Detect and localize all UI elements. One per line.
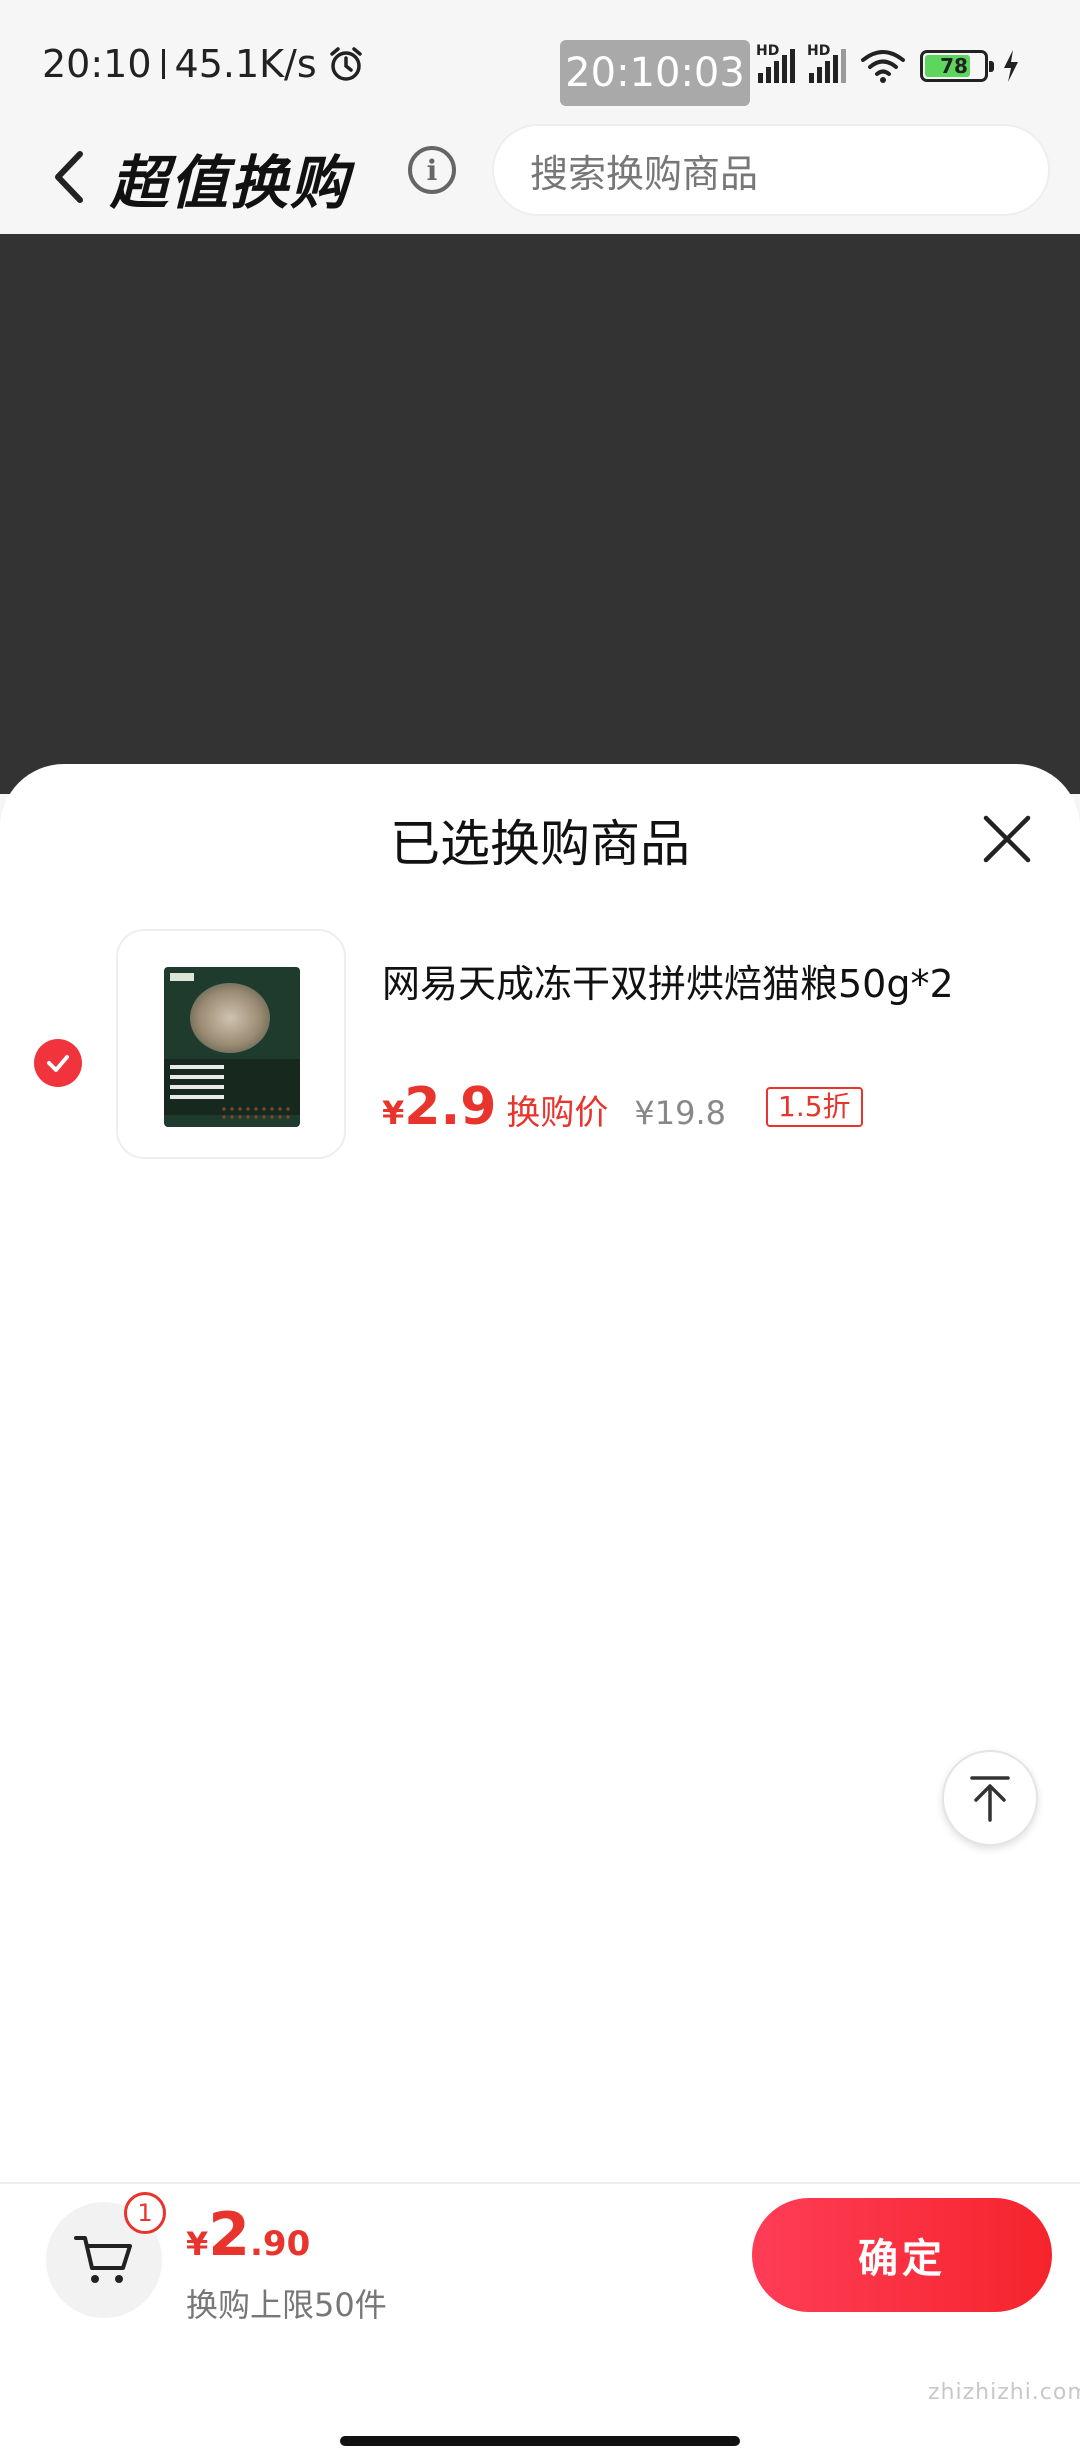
- sheet-title: 已选换购商品: [390, 815, 690, 873]
- exchange-price-label: 换购价: [506, 1093, 609, 1133]
- cat-food-package-image: [164, 967, 300, 1127]
- status-right: HD HD 78: [756, 43, 1020, 84]
- watermark: zhizhizhi.com: [928, 2380, 1080, 2405]
- alarm-icon: [329, 47, 362, 81]
- clock-chip: 20:10:03: [560, 40, 750, 106]
- back-arrow-icon[interactable]: [46, 142, 96, 212]
- battery-level: 78: [940, 54, 968, 78]
- cart-icon: [74, 2236, 132, 2283]
- signal-1-icon: HD: [756, 43, 795, 83]
- total-currency: ¥: [186, 2225, 209, 2263]
- status-left: 20:10 45.1K/s: [42, 42, 365, 86]
- battery-icon: 78: [920, 50, 994, 82]
- exchange-limit-text: 换购上限50件: [186, 2286, 387, 2324]
- exchange-price: 2.9: [404, 1077, 497, 1137]
- home-indicator[interactable]: [340, 2436, 740, 2446]
- bottom-bar: 1 ¥ 2 .90 换购上限50件 确定: [0, 2182, 1080, 2460]
- total-decimal: .90: [250, 2224, 311, 2264]
- price-line: ¥ 2.9 换购价 ¥19.8 1.5折: [382, 1077, 863, 1137]
- arrow-up-to-top-icon: [970, 1776, 1010, 1822]
- modal-backdrop[interactable]: [0, 234, 1080, 794]
- confirm-button[interactable]: 确定: [752, 2198, 1052, 2312]
- search-input[interactable]: 搜索换购商品: [492, 124, 1050, 216]
- info-icon[interactable]: i: [408, 146, 456, 194]
- total-price: ¥ 2 .90: [186, 2200, 310, 2270]
- page-title: 超值换购: [110, 149, 351, 217]
- original-price: ¥19.8: [634, 1094, 726, 1132]
- network-speed: 45.1K/s: [174, 42, 317, 86]
- status-bar: 20:10 45.1K/s 20:10:03 HD HD 78: [0, 0, 1080, 130]
- wifi-icon: [861, 50, 905, 83]
- close-icon[interactable]: [980, 812, 1034, 866]
- back-to-top-button[interactable]: [942, 1750, 1038, 1846]
- product-name[interactable]: 网易天成冻干双拼烘焙猫粮50g*2: [382, 953, 954, 1008]
- list-item[interactable]: 网易天成冻干双拼烘焙猫粮50g*2 ¥ 2.9 换购价 ¥19.8 1.5折: [0, 929, 1080, 1169]
- product-image[interactable]: [116, 929, 346, 1159]
- total-integer: 2: [208, 2200, 251, 2270]
- header: 超值换购 i 搜索换购商品: [0, 120, 1080, 234]
- cart-count-badge: 1: [124, 2192, 166, 2234]
- status-time: 20:10: [42, 42, 152, 86]
- charging-icon: [1004, 50, 1018, 82]
- status-divider: [161, 49, 165, 79]
- discount-badge: 1.5折: [766, 1087, 863, 1127]
- currency-symbol: ¥: [382, 1094, 405, 1132]
- checkbox-checked-icon[interactable]: [34, 1039, 82, 1087]
- signal-2-icon: HD: [807, 43, 846, 83]
